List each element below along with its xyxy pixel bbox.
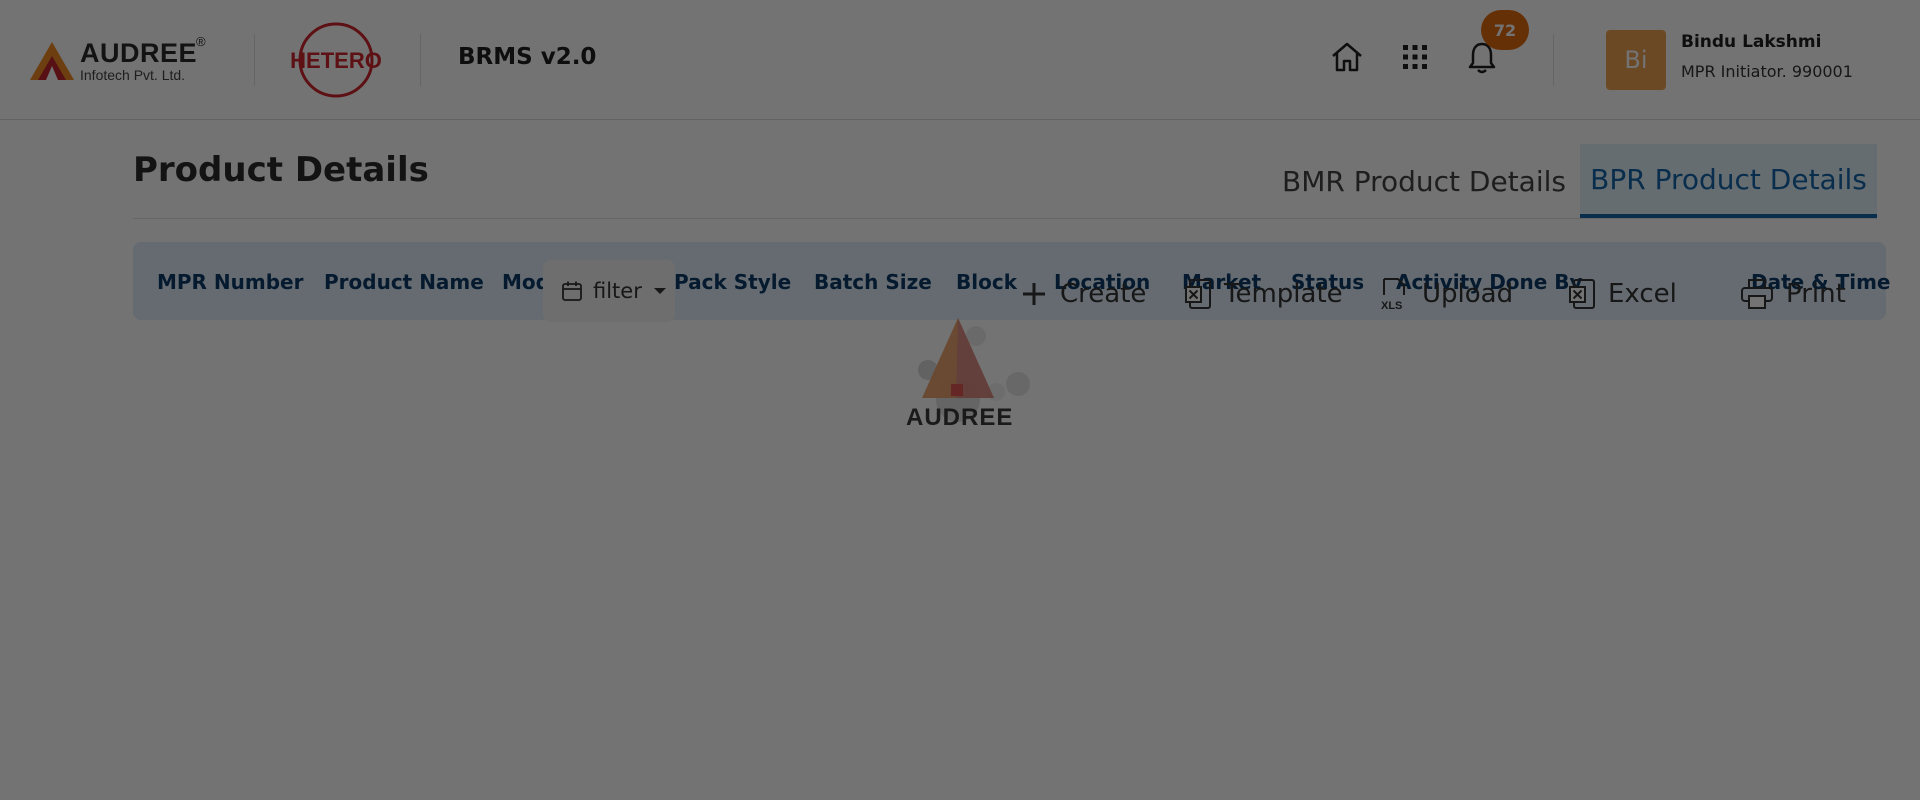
chevron-down-icon [653, 288, 666, 294]
header-divider [254, 34, 255, 86]
plus-icon [1023, 283, 1045, 305]
excel-file-icon [1185, 279, 1211, 309]
column-header-block[interactable]: Block [956, 270, 1017, 294]
create-button[interactable]: Create [1020, 274, 1146, 314]
header-divider [1553, 34, 1554, 86]
brand-name: AUDREE [80, 38, 198, 68]
avatar[interactable]: Bi [1606, 30, 1666, 90]
excel-file-icon [1569, 279, 1595, 309]
calendar-icon [562, 281, 582, 301]
section-divider [133, 218, 1877, 219]
audree-logo[interactable]: AUDREE ® Infotech Pvt. Ltd. [30, 34, 220, 84]
tab-bmr-product-details[interactable]: BMR Product Details [1268, 144, 1580, 218]
excel-label: Excel [1608, 279, 1677, 309]
column-header-pack-style[interactable]: Pack Style [674, 270, 791, 294]
column-header-product-name[interactable]: Product Name [324, 270, 484, 294]
svg-text:XLS: XLS [1381, 300, 1402, 311]
hetero-logo-text: HETERO [290, 48, 382, 73]
audree-mark-icon [30, 42, 74, 80]
create-label: Create [1060, 279, 1147, 309]
user-name: Bindu Lakshmi [1681, 32, 1822, 52]
loader-text: AUDREE [906, 404, 1014, 431]
xls-file-icon: XLS [1381, 278, 1405, 311]
filter-label: filter [593, 279, 642, 303]
print-button[interactable]: Print [1740, 274, 1846, 314]
filter-button[interactable]: filter [543, 260, 675, 322]
brand-registered-mark: ® [196, 34, 206, 49]
column-header-batch-size[interactable]: Batch Size [814, 270, 932, 294]
app-version: BRMS v2.0 [458, 44, 597, 70]
brand-tagline: Infotech Pvt. Ltd. [80, 67, 186, 83]
app-header: AUDREE ® Infotech Pvt. Ltd. HETERO BRMS … [0, 0, 1920, 120]
apps-grid-icon[interactable] [1397, 39, 1433, 75]
hetero-logo: HETERO [290, 22, 382, 98]
upload-label: Upload [1422, 279, 1514, 309]
column-header-mpr-number[interactable]: MPR Number [157, 270, 303, 294]
printer-icon [1741, 279, 1773, 309]
notification-badge[interactable]: 72 [1481, 10, 1529, 50]
excel-button[interactable]: Excel [1568, 274, 1677, 314]
template-button[interactable]: Template [1184, 274, 1343, 314]
tab-bpr-product-details[interactable]: BPR Product Details [1580, 144, 1877, 218]
print-label: Print [1786, 279, 1846, 309]
upload-button[interactable]: XLS Upload [1380, 274, 1513, 314]
template-label: Template [1224, 279, 1343, 309]
page-title: Product Details [133, 150, 429, 190]
header-divider [420, 34, 421, 86]
user-role: MPR Initiator. 990001 [1681, 62, 1853, 81]
home-icon[interactable] [1329, 39, 1365, 75]
